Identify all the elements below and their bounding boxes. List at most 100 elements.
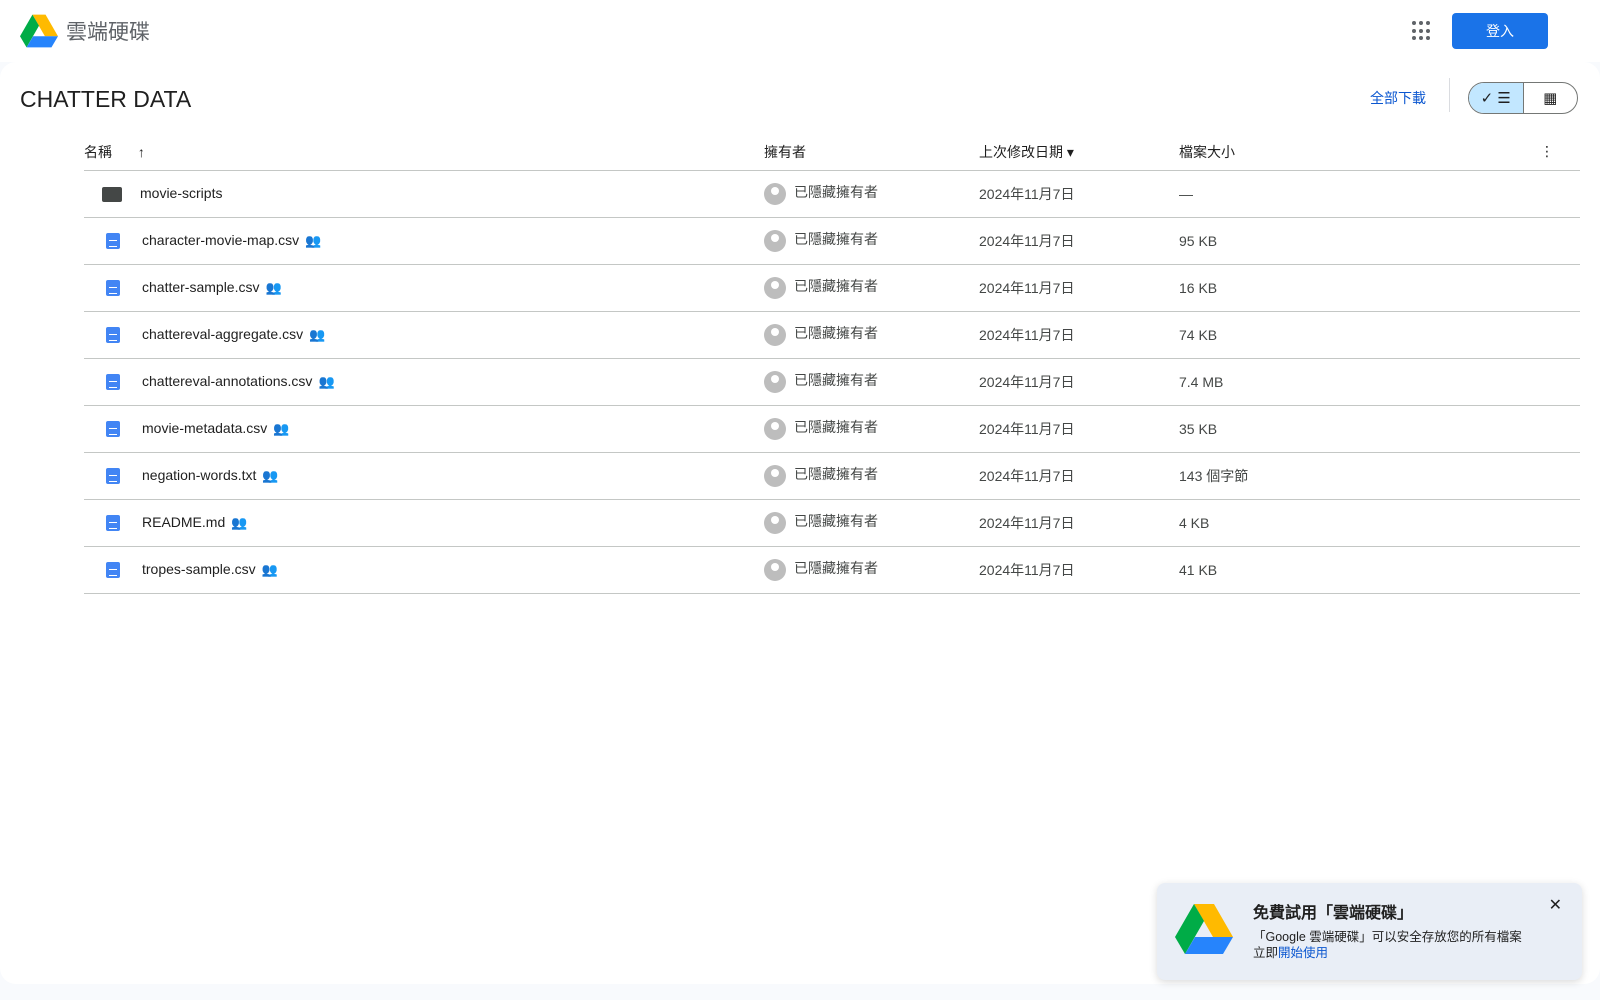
file-size: 7.4 MB (1179, 358, 1540, 406)
avatar (764, 370, 786, 393)
empty-cell (1540, 452, 1580, 500)
file-name[interactable]: character-movie-map.csv (142, 232, 299, 248)
avatar (764, 276, 786, 299)
folder-title: CHATTER DATA (20, 86, 192, 112)
column-size[interactable]: 檔案大小 (1179, 134, 1540, 171)
owner: 已隱藏擁有者 (794, 466, 878, 483)
file-name[interactable]: movie-scripts (140, 185, 222, 201)
shared-icon: 👥 (265, 279, 282, 295)
empty-cell (1540, 217, 1580, 265)
modified-date: 2024年11月7日 (979, 358, 1179, 406)
owner: 已隱藏擁有者 (794, 325, 878, 342)
modified-date: 2024年11月7日 (979, 311, 1179, 359)
apps-grid-icon[interactable] (1412, 21, 1432, 41)
table-row[interactable]: movie-metadata.csv 👥 已隱藏擁有者 2024年11月7日 35… (84, 405, 1580, 453)
download-all-link[interactable]: 全部下載 (1370, 88, 1426, 108)
file-name[interactable]: movie-metadata.csv (142, 420, 267, 436)
file-size: 16 KB (1179, 264, 1540, 312)
file-name[interactable]: README.md (142, 514, 225, 530)
promo-prefix: 立即 (1253, 946, 1279, 960)
owner: 已隱藏擁有者 (794, 184, 878, 201)
table-row[interactable]: tropes-sample.csv 👥 已隱藏擁有者 2024年11月7日 41 … (84, 546, 1580, 594)
table-row[interactable]: chatter-sample.csv 👥 已隱藏擁有者 2024年11月7日 16… (84, 264, 1580, 312)
document-icon (106, 562, 120, 579)
avatar (764, 417, 786, 440)
owner: 已隱藏擁有者 (794, 419, 878, 436)
shared-icon: 👥 (309, 326, 326, 342)
column-owner[interactable]: 擁有者 (764, 134, 979, 171)
table-row[interactable]: chattereval-aggregate.csv 👥 已隱藏擁有者 2024年1… (84, 311, 1580, 359)
modified-date: 2024年11月7日 (979, 546, 1179, 594)
empty-cell (1540, 358, 1580, 406)
table-row[interactable]: chattereval-annotations.csv 👥 已隱藏擁有者 2024… (84, 358, 1580, 406)
avatar (764, 511, 786, 534)
more-options-icon[interactable]: ⋮ (1540, 134, 1580, 171)
owner: 已隱藏擁有者 (794, 278, 878, 295)
signin-button[interactable]: 登入 (1452, 13, 1548, 49)
file-name[interactable]: negation-words.txt (142, 467, 256, 483)
file-name[interactable]: chattereval-aggregate.csv (142, 326, 303, 342)
owner: 已隱藏擁有者 (794, 560, 878, 577)
avatar (764, 558, 786, 581)
document-icon (106, 374, 120, 391)
file-size: — (1179, 170, 1540, 218)
document-icon (106, 280, 120, 297)
divider (1449, 78, 1450, 112)
modified-date: 2024年11月7日 (979, 405, 1179, 453)
modified-date: 2024年11月7日 (979, 499, 1179, 547)
modified-date: 2024年11月7日 (979, 452, 1179, 500)
owner: 已隱藏擁有者 (794, 513, 878, 530)
top-bar: 雲端硬碟 登入 (0, 0, 1600, 62)
avatar (764, 464, 786, 487)
get-started-link[interactable]: 開始使用 (1278, 946, 1328, 960)
view-toggle: ✓ ☰ ▦ (1468, 82, 1578, 114)
empty-cell (1540, 405, 1580, 453)
table-row[interactable]: movie-scripts 已隱藏擁有者 2024年11月7日 — (84, 170, 1580, 218)
modified-date: 2024年11月7日 (979, 264, 1179, 312)
file-table: 名稱 ↑ 擁有者 上次修改日期 ▾ 檔案大小 ⋮ movie-scripts 已… (84, 134, 1580, 594)
file-size: 74 KB (1179, 311, 1540, 359)
file-size: 95 KB (1179, 217, 1540, 265)
avatar (764, 182, 786, 205)
sort-arrow-up-icon[interactable]: ↑ (138, 144, 145, 160)
promo-title: 免費試用「雲端硬碟」 (1253, 905, 1414, 922)
brand[interactable]: 雲端硬碟 (20, 14, 150, 48)
table-row[interactable]: README.md 👥 已隱藏擁有者 2024年11月7日 4 KB (84, 499, 1580, 547)
app-name: 雲端硬碟 (66, 21, 150, 44)
owner: 已隱藏擁有者 (794, 372, 878, 389)
shared-icon: 👥 (261, 561, 278, 577)
owner: 已隱藏擁有者 (794, 231, 878, 248)
modified-date: 2024年11月7日 (979, 170, 1179, 218)
shared-icon: 👥 (231, 514, 248, 530)
shared-icon: 👥 (305, 232, 322, 248)
drive-logo-icon (1175, 904, 1233, 954)
empty-cell (1540, 264, 1580, 312)
promo-body: 「Google 雲端硬碟」可以安全存放您的所有檔案 (1253, 930, 1522, 944)
file-size: 4 KB (1179, 499, 1540, 547)
document-icon (106, 327, 120, 344)
shared-icon: 👥 (262, 467, 279, 483)
shared-icon: 👥 (318, 373, 335, 389)
list-view-button[interactable]: ✓ ☰ (1469, 83, 1524, 113)
file-size: 35 KB (1179, 405, 1540, 453)
grid-view-button[interactable]: ▦ (1524, 83, 1578, 113)
avatar (764, 323, 786, 346)
document-icon (106, 421, 120, 438)
shared-icon: 👥 (273, 420, 290, 436)
document-icon (106, 233, 120, 250)
file-name[interactable]: chattereval-annotations.csv (142, 373, 312, 389)
caret-down-icon: ▾ (1066, 143, 1074, 160)
table-row[interactable]: character-movie-map.csv 👥 已隱藏擁有者 2024年11月… (84, 217, 1580, 265)
close-icon[interactable]: ✕ (1549, 895, 1562, 915)
file-size: 41 KB (1179, 546, 1540, 594)
column-modified[interactable]: 上次修改日期 ▾ (979, 134, 1179, 171)
table-row[interactable]: negation-words.txt 👥 已隱藏擁有者 2024年11月7日 14… (84, 452, 1580, 500)
document-icon (106, 515, 120, 532)
folder-icon (102, 186, 122, 202)
file-name[interactable]: chatter-sample.csv (142, 279, 259, 295)
main-content: CHATTER DATA 全部下載 ✓ ☰ ▦ 名稱 ↑ 擁有者 上次修改日期 … (0, 62, 1600, 984)
file-name[interactable]: tropes-sample.csv (142, 561, 256, 577)
file-size: 143 個字節 (1179, 452, 1540, 500)
column-name[interactable]: 名稱 ↑ (84, 134, 764, 171)
empty-cell (1540, 499, 1580, 547)
